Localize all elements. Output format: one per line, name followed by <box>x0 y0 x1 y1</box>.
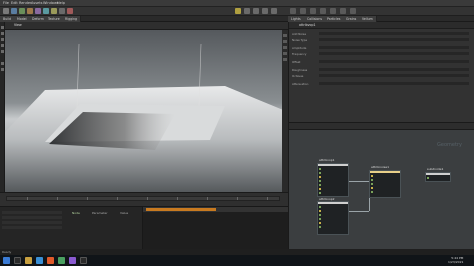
ghost-icon[interactable] <box>283 58 287 61</box>
wireframe-icon[interactable] <box>283 46 287 49</box>
network-editor-header <box>289 123 474 130</box>
param-label: Offset <box>292 60 301 64</box>
camera-tool-icon[interactable] <box>235 8 241 14</box>
os-taskbar: 5:44 PM 1/23/2021 <box>0 255 474 266</box>
param-field[interactable] <box>319 60 469 63</box>
column-label: Node <box>72 211 80 215</box>
param-field[interactable] <box>319 68 469 71</box>
null-tool-icon[interactable] <box>51 8 57 14</box>
node-attribvop2[interactable] <box>317 201 349 235</box>
param-field[interactable] <box>319 52 469 55</box>
app-icon[interactable] <box>69 257 76 264</box>
shading-icon[interactable] <box>283 40 287 43</box>
menu-bar: File Edit Render Assets Windows Help <box>0 0 474 7</box>
tube-tool-icon[interactable] <box>27 8 33 14</box>
param-label: Add Noise <box>292 32 307 36</box>
move-icon[interactable] <box>1 32 4 35</box>
point-light-icon[interactable] <box>244 8 250 14</box>
channel-row[interactable] <box>2 226 62 229</box>
pose-icon[interactable] <box>1 68 4 71</box>
rotate-icon[interactable] <box>1 38 4 41</box>
timeline[interactable] <box>0 192 288 206</box>
node-label: subdivide1 <box>427 167 444 171</box>
network-editor[interactable]: Geometry attribvop1 attribvop2 attribnoi… <box>288 122 474 258</box>
display-options-icon[interactable] <box>283 34 287 37</box>
browser-icon[interactable] <box>36 257 43 264</box>
viewport-header: View <box>5 22 288 30</box>
column-label: Value <box>120 211 129 215</box>
gi-light-icon[interactable] <box>300 8 306 14</box>
node-subdivide1[interactable] <box>425 172 451 182</box>
start-icon[interactable] <box>3 257 10 264</box>
shelf-toolbar <box>0 7 474 16</box>
viewport-camera-label[interactable]: View <box>14 23 22 27</box>
param-field[interactable] <box>319 82 469 85</box>
menu-file[interactable]: File <box>3 1 9 5</box>
caustic-light-icon[interactable] <box>310 8 316 14</box>
view-icon[interactable] <box>1 62 4 65</box>
clock-date: 1/23/2021 <box>448 259 464 264</box>
scale-icon[interactable] <box>1 44 4 47</box>
channel-row[interactable] <box>2 221 62 224</box>
houdini-icon[interactable] <box>47 257 54 264</box>
anim-editor-header <box>143 207 289 212</box>
scene-viewport[interactable]: View <box>5 22 288 192</box>
param-field[interactable] <box>319 38 469 41</box>
parameter-panel-header: attribvop1 <box>289 22 474 29</box>
menu-assets[interactable]: Assets <box>31 1 42 5</box>
box-tool-icon[interactable] <box>11 8 17 14</box>
node-label: attribvop1 <box>319 158 335 162</box>
param-label: Noise Type <box>292 38 308 42</box>
spot-light-icon[interactable] <box>253 8 259 14</box>
area-light-icon[interactable] <box>262 8 268 14</box>
node-label: attribnoise1 <box>371 165 390 169</box>
torus-tool-icon[interactable] <box>35 8 41 14</box>
curve-tool-icon[interactable] <box>59 8 65 14</box>
param-label: Frequency <box>292 52 307 56</box>
network-context-watermark: Geometry <box>437 142 462 148</box>
system-clock[interactable]: 5:44 PM 1/23/2021 <box>448 256 464 264</box>
parameter-panel: attribvop1 Add Noise Noise Type Amplitud… <box>288 22 474 122</box>
param-label: Octaves <box>292 74 304 78</box>
ambient-light-icon[interactable] <box>330 8 336 14</box>
param-field[interactable] <box>319 74 469 77</box>
light-tool-icon[interactable] <box>67 8 73 14</box>
menu-render[interactable]: Render <box>19 1 31 5</box>
env-light-icon[interactable] <box>271 8 277 14</box>
handle-icon[interactable] <box>1 50 4 53</box>
search-icon[interactable] <box>14 257 21 264</box>
channel-row[interactable] <box>2 216 62 219</box>
select-icon[interactable] <box>1 26 4 29</box>
param-label: Attenuation <box>292 82 309 86</box>
app-icon[interactable] <box>58 257 65 264</box>
node-name[interactable]: attribvop1 <box>299 23 316 27</box>
vr-camera-icon[interactable] <box>350 8 356 14</box>
file-explorer-icon[interactable] <box>25 257 32 264</box>
node-attribvop1[interactable] <box>317 163 349 197</box>
menu-edit[interactable]: Edit <box>11 1 18 5</box>
sky-light-icon[interactable] <box>290 8 296 14</box>
grid-tool-icon[interactable] <box>43 8 49 14</box>
app-icon[interactable] <box>80 257 87 264</box>
stereo-camera-icon[interactable] <box>340 8 346 14</box>
sphere-tool-icon[interactable] <box>19 8 25 14</box>
connection-wire <box>349 211 369 212</box>
param-field[interactable] <box>319 46 469 49</box>
channel-row[interactable] <box>2 211 62 214</box>
select-tool-icon[interactable] <box>3 8 9 14</box>
param-field[interactable] <box>319 32 469 35</box>
terrain-render <box>5 30 288 192</box>
menu-help[interactable]: Help <box>57 1 65 5</box>
param-label: Amplitude <box>292 46 307 50</box>
lighting-icon[interactable] <box>283 52 287 55</box>
active-range-bar[interactable] <box>146 208 216 211</box>
portal-light-icon[interactable] <box>320 8 326 14</box>
param-label: Roughness <box>292 68 308 72</box>
connection-wire <box>349 181 369 182</box>
node-attribnoise1[interactable] <box>369 170 401 198</box>
column-label: Parameter <box>92 211 108 215</box>
timeline-track[interactable] <box>6 196 280 201</box>
